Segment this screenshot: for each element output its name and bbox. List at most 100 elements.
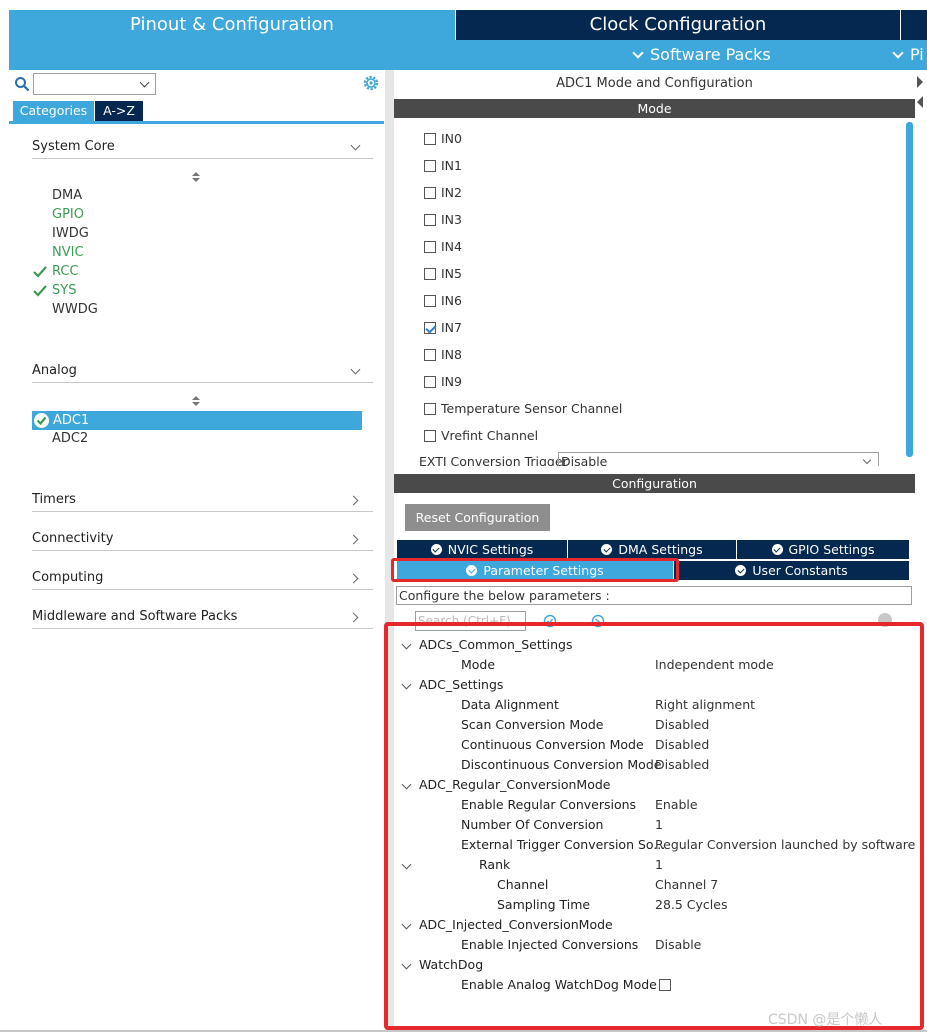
- channel-in8[interactable]: IN8: [424, 346, 462, 364]
- channel-in0[interactable]: IN0: [424, 130, 462, 148]
- sort-icon[interactable]: [192, 172, 200, 182]
- mode-panel-title: ADC1 Mode and Configuration: [556, 76, 753, 91]
- tab-label: DMA Settings: [618, 542, 703, 557]
- check-icon: [33, 266, 47, 278]
- search-combo-box[interactable]: [33, 73, 156, 95]
- checkbox[interactable]: [424, 268, 436, 280]
- section-computing[interactable]: Computing: [32, 568, 373, 590]
- channel-in7[interactable]: IN7: [424, 319, 462, 337]
- channel-in1[interactable]: IN1: [424, 157, 462, 175]
- exti-trigger-select[interactable]: Disable: [558, 452, 879, 466]
- exti-trigger-value: Disable: [561, 454, 608, 466]
- item-rcc[interactable]: RCC: [52, 263, 79, 281]
- channel-label: IN2: [441, 185, 462, 200]
- tab-a-z[interactable]: A->Z: [95, 101, 143, 121]
- check-circle-icon: [34, 413, 49, 428]
- reset-configuration-button[interactable]: Reset Configuration: [405, 504, 550, 531]
- check-circle-icon: [601, 544, 613, 555]
- section-label: Middleware and Software Packs: [32, 609, 238, 624]
- parameter-tree-highlight: [384, 622, 924, 1030]
- pinout-menu[interactable]: Pi: [890, 44, 924, 66]
- chevron-down-icon: [139, 77, 150, 88]
- checkbox[interactable]: [424, 295, 436, 307]
- item-wwdg[interactable]: WWDG: [52, 301, 98, 319]
- section-label: Computing: [32, 570, 104, 585]
- channel-in6[interactable]: IN6: [424, 292, 462, 310]
- tab-nvic-settings[interactable]: NVIC Settings: [397, 540, 567, 559]
- channel-label: IN3: [441, 212, 462, 227]
- tab-gpio-settings[interactable]: GPIO Settings: [737, 540, 909, 559]
- checkbox[interactable]: [424, 187, 436, 199]
- gear-icon[interactable]: [362, 74, 380, 92]
- chevron-down-icon: [350, 364, 361, 375]
- check-circle-icon: [735, 565, 747, 576]
- search-icon[interactable]: [14, 76, 30, 92]
- checkbox[interactable]: [424, 133, 436, 145]
- checkbox[interactable]: [424, 241, 436, 253]
- checkbox[interactable]: [424, 349, 436, 361]
- check-circle-icon: [771, 544, 783, 555]
- checkbox[interactable]: [424, 376, 436, 388]
- checkbox[interactable]: [424, 160, 436, 172]
- channel-temperature-sensor[interactable]: Temperature Sensor Channel: [424, 400, 622, 418]
- check-circle-icon: [430, 544, 442, 555]
- section-label: Connectivity: [32, 531, 114, 546]
- tab-underline: [9, 121, 384, 124]
- checkbox-checked[interactable]: [424, 322, 436, 334]
- item-iwdg[interactable]: IWDG: [52, 225, 89, 243]
- item-dma[interactable]: DMA: [52, 187, 82, 205]
- section-label: System Core: [32, 139, 115, 154]
- channel-label: Temperature Sensor Channel: [441, 401, 623, 416]
- section-connectivity[interactable]: Connectivity: [32, 529, 373, 551]
- channel-in2[interactable]: IN2: [424, 184, 462, 202]
- software-packs-menu[interactable]: Software Packs: [630, 44, 771, 66]
- mode-header: Mode: [394, 99, 915, 118]
- chevron-down-icon: [350, 140, 361, 151]
- channel-in4[interactable]: IN4: [424, 238, 462, 256]
- channel-label: IN6: [441, 293, 462, 308]
- section-label: Analog: [32, 363, 77, 378]
- tab-overflow[interactable]: [901, 10, 927, 40]
- chevron-down-icon: [862, 455, 872, 465]
- chevron-right-icon: [348, 534, 359, 545]
- channel-label: IN0: [441, 131, 462, 146]
- section-middleware[interactable]: Middleware and Software Packs: [32, 607, 373, 629]
- sub-menu-bar: [9, 40, 927, 70]
- item-gpio[interactable]: GPIO: [52, 206, 84, 224]
- channel-in3[interactable]: IN3: [424, 211, 462, 229]
- chevron-right-icon: [348, 612, 359, 623]
- section-analog[interactable]: Analog: [32, 361, 373, 383]
- parameter-tab-highlight: [391, 558, 679, 582]
- configuration-header: Configuration: [394, 474, 915, 493]
- checkbox[interactable]: [424, 430, 436, 442]
- channel-in5[interactable]: IN5: [424, 265, 462, 283]
- checkbox[interactable]: [424, 403, 436, 415]
- tab-label: GPIO Settings: [788, 542, 875, 557]
- channel-label: IN8: [441, 347, 462, 362]
- item-nvic[interactable]: NVIC: [52, 244, 84, 262]
- channel-label: IN1: [441, 158, 462, 173]
- tab-categories[interactable]: Categories: [13, 101, 94, 121]
- tab-pinout-configuration[interactable]: Pinout & Configuration: [9, 10, 455, 40]
- item-sys[interactable]: SYS: [52, 282, 76, 300]
- checkbox[interactable]: [424, 214, 436, 226]
- channel-in9[interactable]: IN9: [424, 373, 462, 391]
- exti-trigger-label: EXTI Conversion Trigger: [419, 455, 568, 466]
- item-adc1[interactable]: ADC1: [53, 411, 89, 430]
- mode-scrollbar[interactable]: [906, 122, 913, 457]
- bottom-border: [0, 1030, 927, 1032]
- tab-user-constants[interactable]: User Constants: [674, 561, 909, 580]
- collapse-arrow-icon[interactable]: [915, 74, 925, 114]
- tab-clock-configuration[interactable]: Clock Configuration: [456, 10, 900, 40]
- section-timers[interactable]: Timers: [32, 490, 373, 512]
- sort-icon[interactable]: [192, 396, 200, 406]
- item-adc2[interactable]: ADC2: [52, 430, 88, 448]
- pinout-menu-label: Pi: [910, 45, 924, 64]
- tab-dma-settings[interactable]: DMA Settings: [568, 540, 736, 559]
- section-system-core[interactable]: System Core: [32, 137, 373, 159]
- right-strip: [915, 70, 927, 480]
- channel-label: IN4: [441, 239, 462, 254]
- channel-label: IN7: [441, 320, 462, 335]
- channel-vrefint[interactable]: Vrefint Channel: [424, 427, 538, 445]
- chevron-right-icon: [348, 495, 359, 506]
